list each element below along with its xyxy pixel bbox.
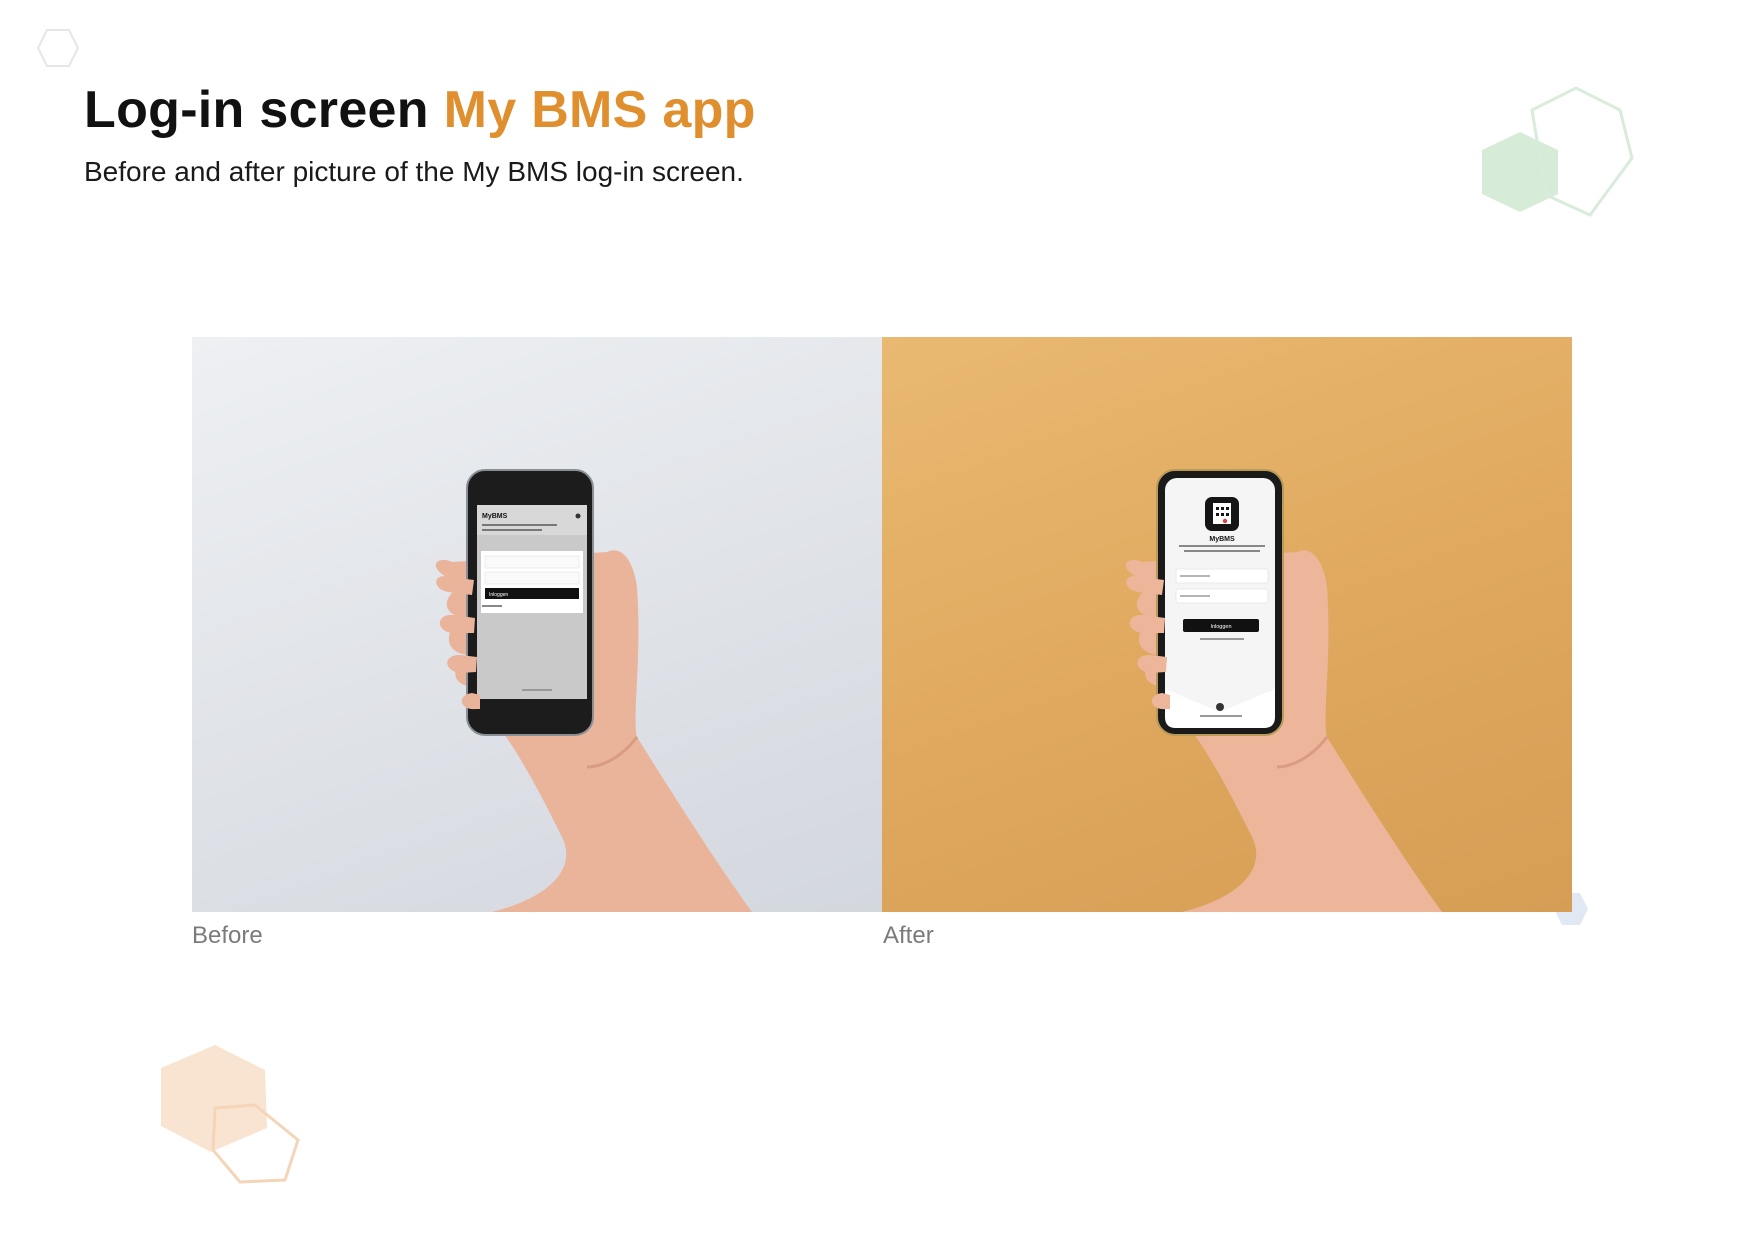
after-photo: MyBMS Inloggen xyxy=(882,337,1572,912)
after-footer-logo-icon xyxy=(1216,703,1224,711)
page-title-main: Log-in screen xyxy=(84,81,429,139)
before-settings-icon xyxy=(575,513,581,519)
before-email-field[interactable] xyxy=(484,555,580,569)
page-title: Log-in screen My BMS app xyxy=(84,80,756,140)
after-phone-illustration: MyBMS Inloggen xyxy=(1125,469,1442,912)
before-app-name: MyBMS xyxy=(482,513,508,520)
before-login-button-label: Inloggen xyxy=(489,592,508,598)
page-subtitle: Before and after picture of the My BMS l… xyxy=(84,156,744,187)
before-photo: MyBMS Inloggen xyxy=(192,337,882,912)
page-title-accent: My BMS app xyxy=(443,81,756,139)
before-caption: Before xyxy=(192,922,263,949)
before-phone-illustration: MyBMS Inloggen xyxy=(435,469,752,912)
before-password-field[interactable] xyxy=(484,571,580,585)
after-app-name: MyBMS xyxy=(1209,536,1235,543)
hexagon-cluster-bottom-left-decoration xyxy=(161,1045,300,1184)
after-caption: After xyxy=(883,922,934,949)
hexagon-cluster-top-right-decoration xyxy=(1482,86,1634,217)
after-login-button-label: Inloggen xyxy=(1210,624,1231,630)
hexagon-outline-top-left-decoration xyxy=(36,29,80,67)
